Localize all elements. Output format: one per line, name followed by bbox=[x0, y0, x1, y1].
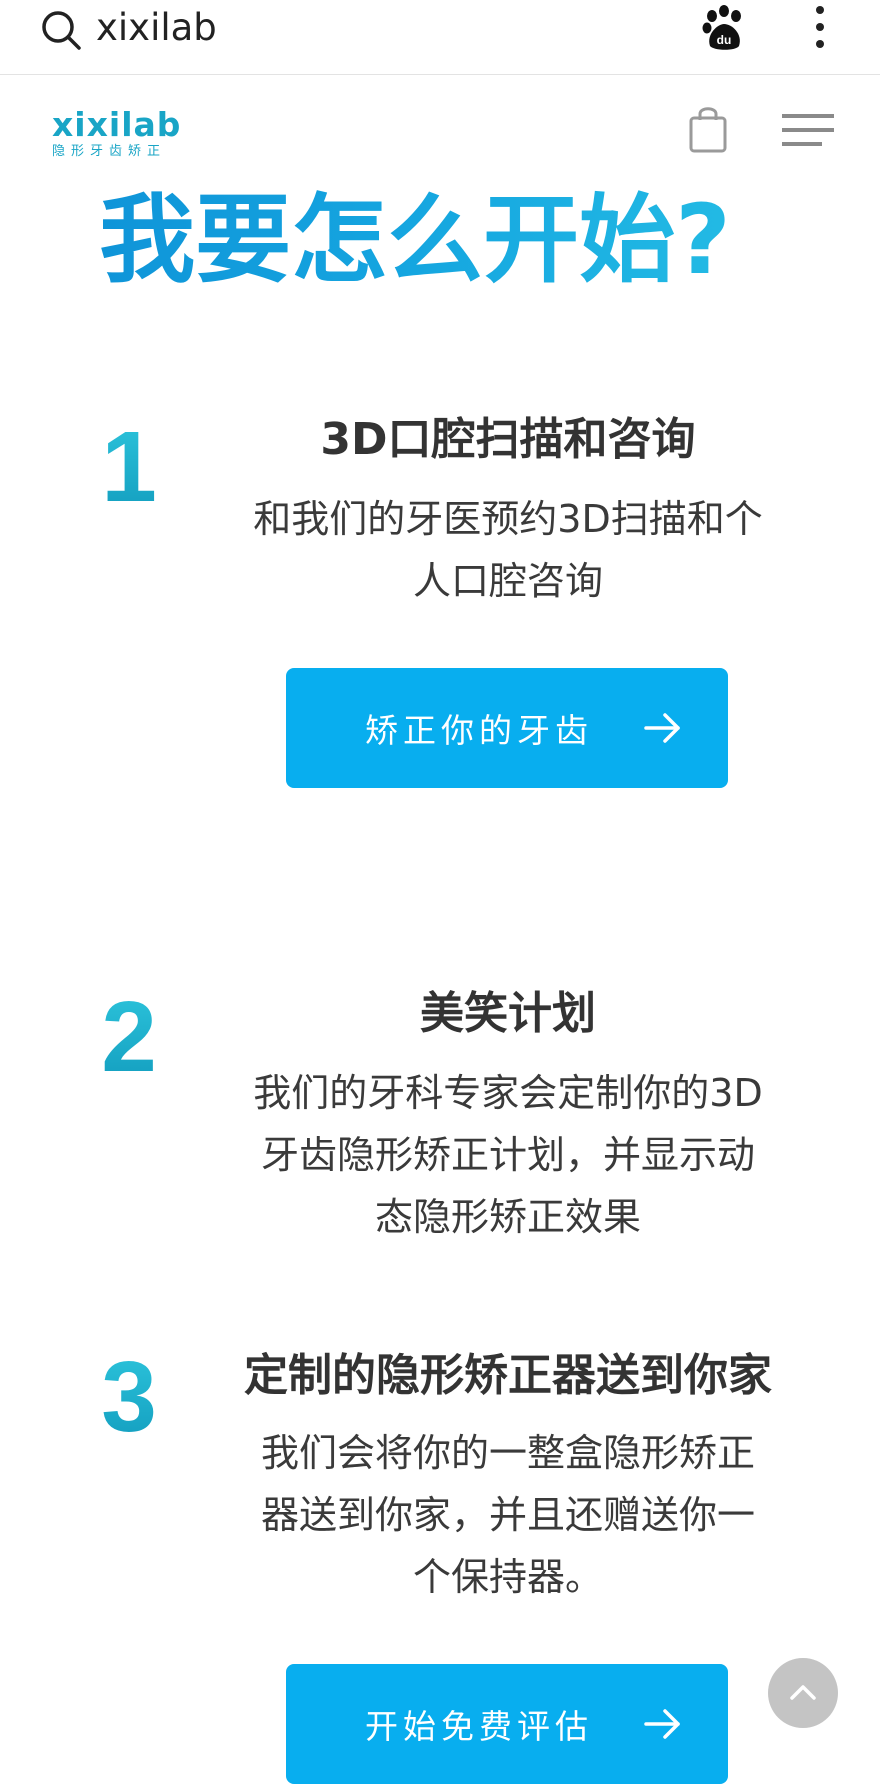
step-desc-1-line2: 人口腔咨询 bbox=[412, 559, 603, 603]
step-number-3: 3 bbox=[84, 1342, 174, 1452]
step-number-2: 2 bbox=[84, 982, 174, 1092]
step-desc-2-line3: 态隐形矫正效果 bbox=[374, 1195, 641, 1239]
page-title: 我要怎么开始? bbox=[0, 184, 830, 296]
chevron-up-icon bbox=[790, 1685, 816, 1700]
hamburger-menu-icon[interactable] bbox=[780, 112, 836, 148]
step-desc-3-line3: 个保持器。 bbox=[412, 1555, 603, 1599]
step-desc-1-line1: 和我们的牙医预约3D扫描和个 bbox=[253, 497, 763, 541]
svg-text:du: du bbox=[717, 33, 732, 47]
step-title-3: 定制的隐形矫正器送到你家 bbox=[244, 1350, 772, 1401]
step-desc-2-line2: 牙齿隐形矫正计划，并显示动 bbox=[260, 1133, 755, 1177]
shopping-bag-icon[interactable] bbox=[688, 104, 728, 154]
more-options-icon[interactable] bbox=[808, 6, 832, 52]
step-number-1: 1 bbox=[84, 412, 174, 522]
step-title-1: 3D口腔扫描和咨询 bbox=[320, 414, 696, 465]
step-desc-2-line1: 我们的牙科专家会定制你的3D bbox=[253, 1071, 763, 1115]
baidu-paw-icon[interactable]: du bbox=[700, 4, 748, 52]
free-assessment-button[interactable]: 开始免费评估 bbox=[286, 1664, 728, 1784]
logo-wordmark: xixilab bbox=[52, 105, 182, 144]
free-assessment-label: 开始免费评估 bbox=[365, 1707, 593, 1746]
straighten-teeth-label: 矫正你的牙齿 bbox=[365, 711, 593, 750]
arrow-right-icon bbox=[644, 1709, 680, 1739]
logo-tagline: 隐形牙齿矫正 bbox=[52, 144, 167, 159]
step-title-2: 美笑计划 bbox=[420, 988, 596, 1039]
site-logo[interactable]: xixilab 隐形牙齿矫正 bbox=[52, 108, 192, 164]
search-icon[interactable] bbox=[40, 8, 84, 52]
scroll-to-top-button[interactable] bbox=[768, 1658, 838, 1728]
arrow-right-icon bbox=[644, 713, 680, 743]
browser-search-bar[interactable]: xixilab du bbox=[0, 0, 880, 75]
step-desc-3-line1: 我们会将你的一整盒隐形矫正 bbox=[260, 1431, 755, 1475]
straighten-teeth-button[interactable]: 矫正你的牙齿 bbox=[286, 668, 728, 788]
search-query[interactable]: xixilab bbox=[96, 6, 217, 50]
step-desc-3-line2: 器送到你家，并且还赠送你一 bbox=[260, 1493, 755, 1537]
